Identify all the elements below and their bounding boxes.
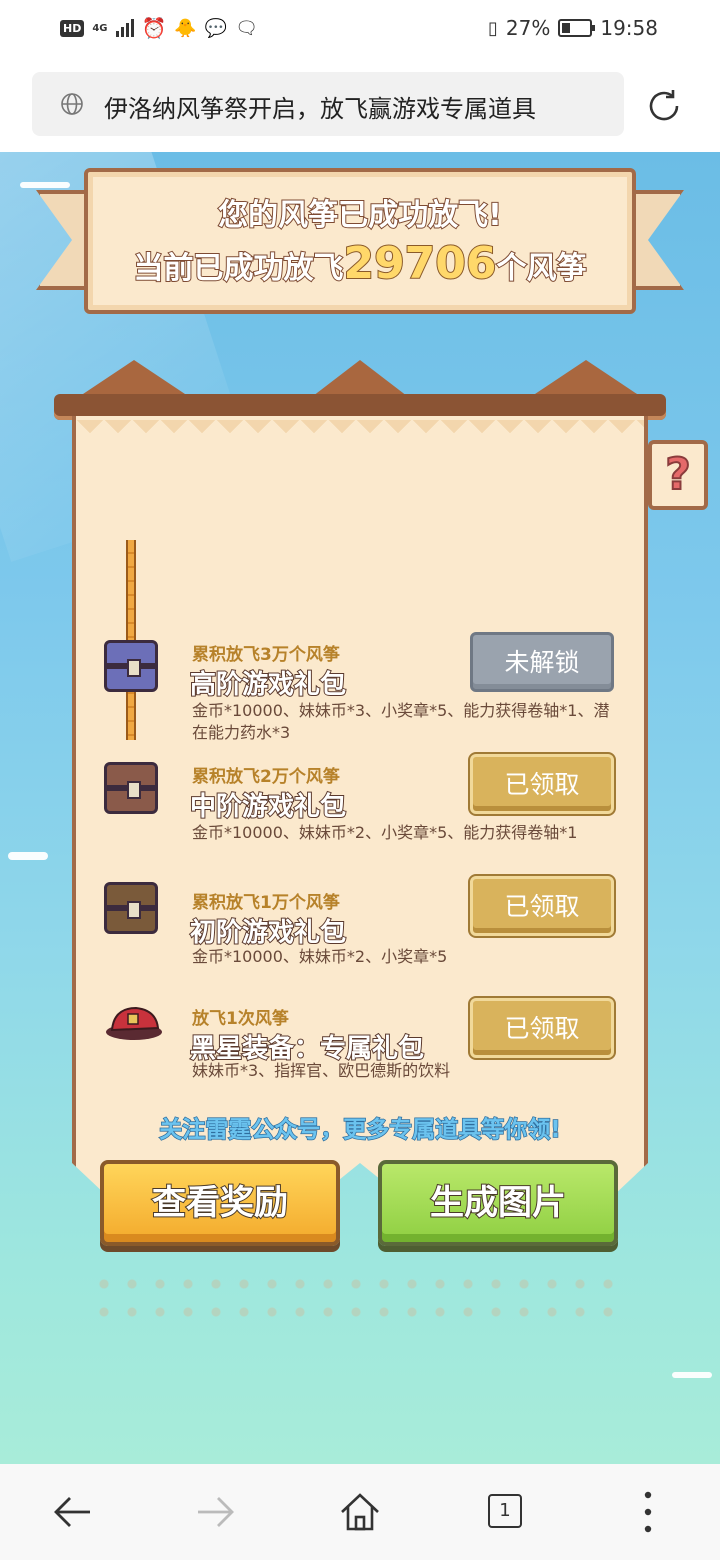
reward-requirement: 累积放飞3万个风筝: [192, 645, 340, 665]
more-menu-icon[interactable]: [644, 1490, 652, 1534]
banner-count-line: 当前已成功放飞29706个风筝: [88, 237, 632, 290]
follow-notice: 关注雷霆公众号，更多专属道具等你领!: [159, 1116, 562, 1144]
signal-icon: [115, 19, 134, 37]
wechat-icon: 💬: [204, 17, 228, 39]
reward-description: 金币*10000、妹妹币*3、小奖章*5、能力获得卷轴*1、潜在能力药水*3: [192, 701, 610, 742]
globe-icon: [61, 93, 83, 115]
back-icon[interactable]: [46, 1486, 98, 1538]
reward-requirement: 累积放飞2万个风筝: [192, 767, 340, 787]
chest-icon-advanced: [104, 640, 158, 692]
reward-description: 妹妹币*3、指挥官、欧巴德斯的饮料: [192, 1061, 451, 1080]
browser-nav-bar: 1: [0, 1464, 720, 1560]
vibrate-icon: ▯: [488, 17, 498, 39]
count-suffix: 个风筝: [496, 250, 588, 287]
notification-icon: 🐥: [174, 17, 197, 39]
status-left: HD 4G ⏰ 🐥 💬 🗨: [60, 16, 258, 40]
cloud: [8, 852, 48, 860]
address-bar: 伊洛纳风筝祭开启，放飞赢游戏专属道具: [0, 58, 720, 152]
reward-description: 金币*10000、妹妹币*2、小奖章*5: [192, 947, 448, 966]
count-prefix: 当前已成功放飞: [132, 250, 344, 287]
chest-icon-basic: [104, 882, 158, 934]
panel-pattern: [90, 1270, 630, 1330]
reload-icon[interactable]: [644, 86, 684, 126]
reward-claimed-button[interactable]: 已领取: [470, 876, 614, 936]
forward-icon[interactable]: [190, 1486, 242, 1538]
banner-title: 您的风筝已成功放飞!: [217, 197, 503, 234]
tabs-button[interactable]: 1: [488, 1494, 522, 1528]
network-label: 4G: [92, 22, 108, 34]
generate-image-button[interactable]: 生成图片: [378, 1160, 618, 1246]
reward-claimed-button[interactable]: 已领取: [470, 998, 614, 1058]
reward-locked-button[interactable]: 未解锁: [470, 632, 614, 692]
status-right: ▯ 27% 19:58: [488, 16, 658, 40]
reward-description: 金币*10000、妹妹币*2、小奖章*5、能力获得卷轴*1: [192, 823, 578, 842]
banner-plaque: 您的风筝已成功放飞! 当前已成功放飞29706个风筝: [84, 168, 636, 314]
panel-trim: [76, 420, 644, 444]
reward-name: 高阶游戏礼包: [189, 669, 347, 701]
reward-requirement: 累积放飞1万个风筝: [192, 893, 340, 913]
status-bar: HD 4G ⏰ 🐥 💬 🗨 ▯ 27% 19:58: [0, 0, 720, 58]
alarm-icon: ⏰: [141, 16, 167, 40]
cloud: [672, 1372, 712, 1378]
clock: 19:58: [600, 16, 658, 40]
reward-requirement: 放飞1次风筝: [192, 1009, 289, 1029]
help-button[interactable]: ?: [648, 440, 708, 510]
reward-name: 初阶游戏礼包: [189, 917, 347, 949]
home-icon[interactable]: [334, 1486, 386, 1538]
hd-badge: HD: [60, 19, 85, 37]
view-rewards-button[interactable]: 查看奖励: [100, 1160, 340, 1246]
page-title: 伊洛纳风筝祭开启，放飞赢游戏专属道具: [104, 95, 536, 123]
battery-icon: [558, 19, 596, 37]
reward-name: 中阶游戏礼包: [189, 791, 347, 823]
chest-icon-middle: [104, 762, 158, 814]
message-icon: 🗨: [235, 17, 259, 39]
reward-claimed-button[interactable]: 已领取: [470, 754, 614, 814]
commander-hat-icon: [106, 1006, 162, 1040]
battery-percent: 27%: [505, 16, 551, 40]
kite-count: 29706: [342, 237, 497, 290]
result-banner: 您的风筝已成功放飞! 当前已成功放飞29706个风筝: [36, 168, 684, 316]
url-field[interactable]: 伊洛纳风筝祭开启，放飞赢游戏专属道具: [32, 72, 624, 136]
